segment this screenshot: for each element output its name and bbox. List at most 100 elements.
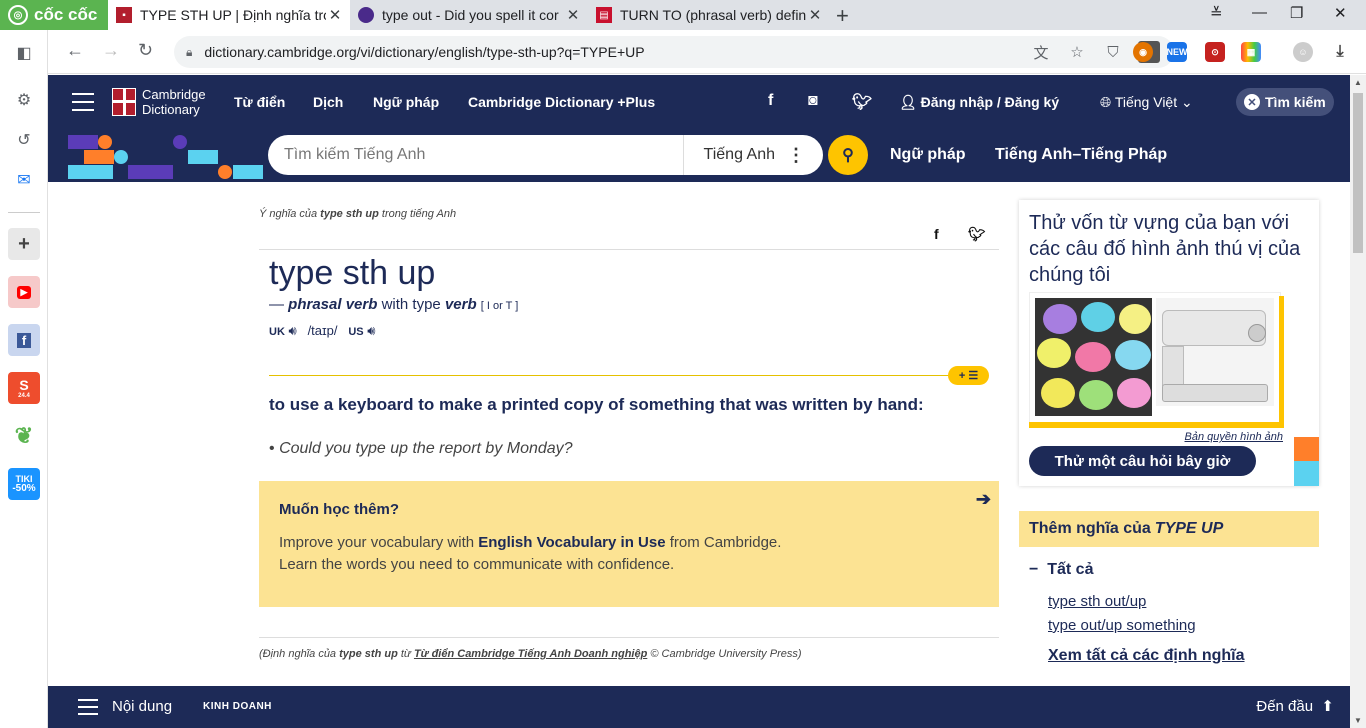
site-logo[interactable]: Cambridge Dictionary [142,87,206,117]
profile-avatar[interactable]: ☺ [1293,42,1313,62]
logo-line-2: Dictionary [142,102,200,117]
language-selector[interactable]: 🌐︎ Tiếng Việt ⌄ [1100,94,1193,111]
nav-plus[interactable]: Cambridge Dictionary +Plus [468,94,655,110]
search-button[interactable]: ⚲ [828,135,868,175]
menu-icon[interactable] [72,93,94,117]
instagram-icon[interactable]: ◙ [808,92,818,110]
learn-more-box[interactable]: Muốn học thêm? Improve your vocabulary w… [259,481,999,607]
decorative-block [1294,437,1319,461]
back-to-top-link[interactable]: Đến đầu ⬆ [1256,697,1334,715]
settings-icon[interactable]: ⚙ [9,85,39,115]
english-french-link[interactable]: Tiếng Anh–Tiếng Pháp [995,146,1167,164]
restore-button[interactable]: ❐ [1290,4,1303,22]
extension-chrome-icon[interactable]: ◉ [1133,42,1153,62]
close-window-button[interactable]: ✕ [1334,4,1347,22]
pos-with: with type [381,296,441,313]
nav-translate[interactable]: Dịch [313,94,343,110]
section-label[interactable]: KINH DOANH [203,701,272,712]
shopee-icon[interactable]: S 24.4 [8,372,40,404]
tab-strip: ◎ cốc cốc ▪ TYPE STH UP | Định nghĩa tro… [0,0,1366,30]
divider [259,637,999,638]
uk-audio-icon[interactable]: 🔊︎ [289,323,297,338]
grammar-link[interactable]: Ngữ pháp [890,146,966,164]
history-icon[interactable]: ↺ [9,125,39,155]
tab-turn-to[interactable]: ▤ TURN TO (phrasal verb) defini ✕ [588,0,830,30]
tab-type-sth-up[interactable]: ▪ TYPE STH UP | Định nghĩa tro ✕ [108,0,350,30]
facebook-icon[interactable]: f [8,324,40,356]
address-bar[interactable]: 🔒︎ dictionary.cambridge.org/vi/dictionar… [174,36,1174,68]
scroll-down-icon[interactable]: ▼ [1354,716,1362,725]
dictionary-language-select[interactable]: Tiếng Anh [684,146,787,164]
new-badge: NEW [1166,47,1188,57]
downloads-icon[interactable]: ⤓ [1330,42,1350,62]
share-facebook-icon[interactable]: f [934,226,939,242]
add-to-wordlist-button[interactable]: + ☰ [948,366,989,385]
share-twitter-icon[interactable]: 🐦︎ [968,226,986,243]
language-label: Tiếng Việt [1114,94,1178,110]
learn-more-title: Muốn học thêm? [279,501,399,518]
coccoc-brand[interactable]: ◎ cốc cốc [0,0,108,30]
close-tab-icon[interactable]: ✕ [564,6,582,24]
tab-search-icon[interactable]: ≚ [1210,4,1223,22]
back-button[interactable]: ← [66,40,84,61]
quiz-image[interactable] [1029,292,1281,428]
shopee-badge: 24.4 [18,393,30,399]
arrow-right-icon[interactable]: ➔ [976,489,991,510]
quiz-card: Thử vốn từ vựng của bạn với các câu đố h… [1019,200,1319,486]
close-icon: ✕ [1244,94,1260,110]
tiki-icon[interactable]: TIKI -50% [8,468,40,500]
chevron-down-icon: ⌄ [1181,94,1193,110]
messenger-icon[interactable]: ✉ [9,165,39,195]
source-from: từ [400,648,411,660]
nav-dictionary[interactable]: Từ điển [234,94,285,110]
close-tab-icon[interactable]: ✕ [326,6,344,24]
cambridge-crest-icon[interactable] [112,88,136,116]
source-dictionary-link[interactable]: Từ điển Cambridge Tiếng Anh Doanh nghiệp [414,648,647,660]
translate-icon[interactable]: 文 [1030,41,1052,63]
twitter-icon[interactable]: 🐦︎ [852,92,872,112]
minimize-button[interactable]: — [1252,4,1267,21]
page-scrollbar[interactable]: ▲ ▼ [1350,75,1366,728]
contents-menu-icon[interactable] [78,699,98,720]
url-text[interactable]: dictionary.cambridge.org/vi/dictionary/e… [204,44,1030,60]
extension-grid-icon[interactable]: ▦ [1241,42,1261,62]
add-shortcut-icon[interactable]: + [8,228,40,260]
login-link[interactable]: 👤︎ Đăng nhập / Đăng ký [899,94,1059,111]
bookmark-star-icon[interactable]: ☆ [1066,41,1088,63]
search-toggle-label: Tìm kiếm [1265,94,1326,110]
see-all-meanings-link[interactable]: Xem tất cả các định nghĩa [1048,647,1245,665]
us-audio-icon[interactable]: 🔊︎ [367,323,375,338]
image-credits-link[interactable]: Bản quyền hình ảnh [1185,431,1283,443]
source-suffix: © Cambridge University Press) [650,648,802,660]
search-input[interactable] [268,135,684,175]
pos-verb[interactable]: verb [445,296,477,313]
more-options-icon[interactable]: ⋮ [787,145,823,166]
related-link[interactable]: type sth out/up [1048,593,1146,610]
try-quiz-button[interactable]: Thử một câu hỏi bây giờ [1029,446,1256,476]
close-tab-icon[interactable]: ✕ [806,6,824,24]
nav-grammar[interactable]: Ngữ pháp [373,94,439,110]
extension-new-icon[interactable]: NEW [1166,42,1188,62]
facebook-icon[interactable]: f [768,92,773,110]
forward-button[interactable]: → [102,40,120,61]
new-tab-button[interactable]: + [836,3,849,29]
site-header: Cambridge Dictionary Từ điển Dịch Ngữ ph… [48,75,1350,129]
scroll-thumb[interactable] [1353,93,1363,253]
sidebar-toggle-icon[interactable]: ◧ [9,38,39,68]
breadcrumb: Ý nghĩa của type sth up trong tiếng Anh [259,208,456,220]
search-box: Tiếng Anh ⋮ [268,135,823,175]
extension-red-icon[interactable]: ⊙ [1205,42,1225,62]
grammar-code[interactable]: [ I or T ] [481,300,519,312]
user-icon: 👤︎ [899,94,921,110]
youtube-icon[interactable]: ▶ [8,276,40,308]
contents-link[interactable]: Nội dung [112,698,172,715]
tab-type-out[interactable]: type out - Did you spell it cor ✕ [350,0,588,30]
all-toggle[interactable]: − Tất cả [1029,561,1093,579]
related-link[interactable]: type out/up something [1048,617,1196,634]
learn-more-text: Improve your vocabulary with English Voc… [279,532,979,576]
coccoc-leaf-icon[interactable]: ❦ [8,420,40,452]
scroll-up-icon[interactable]: ▲ [1354,78,1362,87]
shield-icon[interactable]: ⛉ [1102,41,1124,63]
reload-button[interactable]: ↻ [138,40,153,61]
search-toggle-button[interactable]: ✕ Tìm kiếm [1236,88,1334,116]
